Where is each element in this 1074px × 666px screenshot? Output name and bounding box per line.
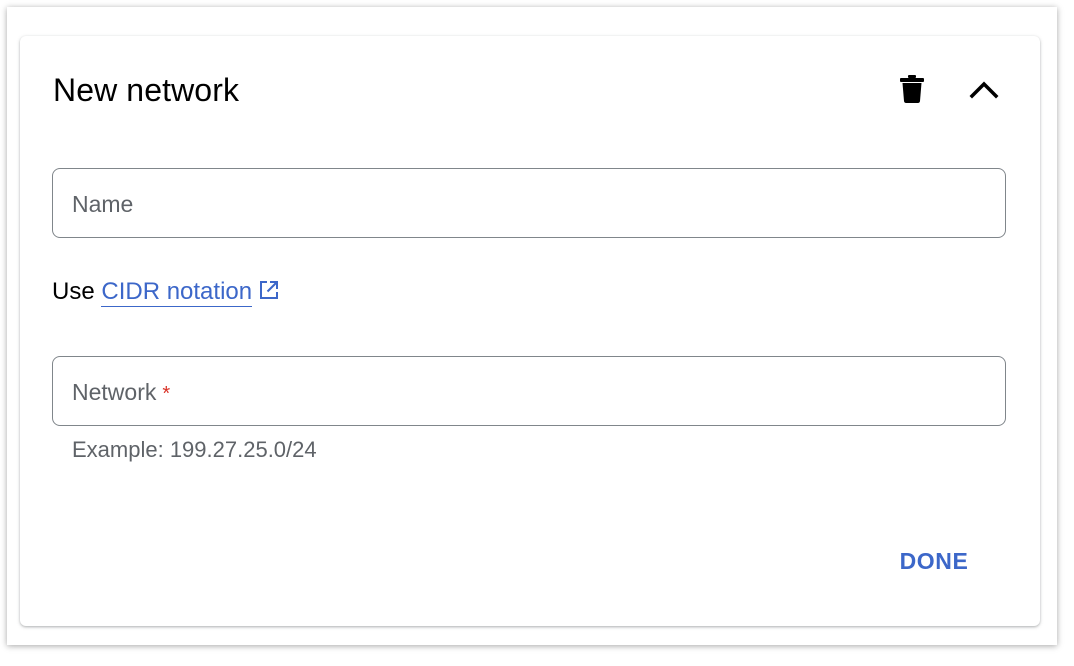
network-field-label: Network *	[72, 378, 170, 408]
network-field[interactable]: Network *	[52, 356, 1006, 426]
delete-button[interactable]	[890, 69, 934, 113]
cidr-notation-link[interactable]: CIDR notation	[101, 278, 253, 307]
name-field-label: Name	[72, 191, 134, 217]
open-in-new-icon[interactable]	[258, 278, 280, 310]
trash-icon	[900, 74, 924, 108]
card-title: New network	[53, 72, 240, 108]
hint-prefix: Use	[52, 278, 95, 305]
name-field[interactable]: Name	[52, 168, 1006, 238]
network-label-text: Network	[72, 379, 157, 405]
network-helper-text: Example: 199.27.25.0/24	[72, 437, 317, 462]
cidr-hint: Use CIDR notation	[52, 276, 280, 310]
cidr-link-text: CIDR notation	[101, 278, 253, 305]
chevron-up-icon	[969, 79, 999, 104]
done-button[interactable]: DONE	[884, 538, 984, 584]
collapse-button[interactable]	[962, 69, 1006, 113]
required-asterisk: *	[162, 383, 171, 405]
